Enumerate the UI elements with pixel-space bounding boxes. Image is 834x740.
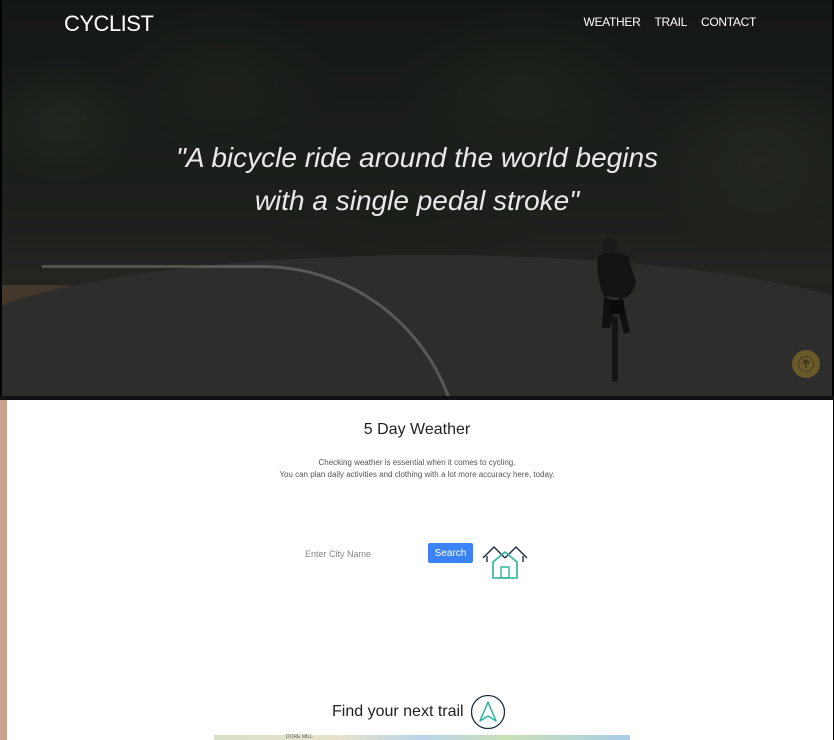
weather-desc-line-2: You can plan daily activities and clothi… <box>279 470 555 479</box>
weather-section <box>7 400 833 740</box>
navigation-arrow-icon <box>470 694 506 730</box>
main-nav: WEATHER TRAIL CONTACT <box>583 15 756 29</box>
nav-trail[interactable]: TRAIL <box>654 15 687 29</box>
weather-title: 5 Day Weather <box>363 421 471 438</box>
trail-map[interactable] <box>214 735 630 740</box>
trail-title: Find your next trail <box>332 703 464 720</box>
nav-contact[interactable]: CONTACT <box>701 15 756 29</box>
nav-weather[interactable]: WEATHER <box>583 15 640 29</box>
scroll-up-button[interactable] <box>792 350 820 378</box>
brand-logo[interactable]: CYCLIST <box>64 11 154 37</box>
left-edge-strip <box>0 400 7 740</box>
hero-quote: "A bicycle ride around the world begins … <box>120 136 714 222</box>
quote-line-2: with a single pedal stroke" <box>254 185 580 216</box>
weather-description: Checking weather is essential when it co… <box>0 457 834 481</box>
weather-desc-line-1: Checking weather is essential when it co… <box>318 458 516 467</box>
quote-line-1: "A bicycle ride around the world begins <box>175 142 659 173</box>
map-label: DORE MILL <box>286 734 313 740</box>
city-search-input[interactable] <box>305 545 420 563</box>
home-icon <box>482 546 528 579</box>
scroll-up-icon <box>798 356 814 372</box>
search-button[interactable]: Search <box>428 543 473 563</box>
